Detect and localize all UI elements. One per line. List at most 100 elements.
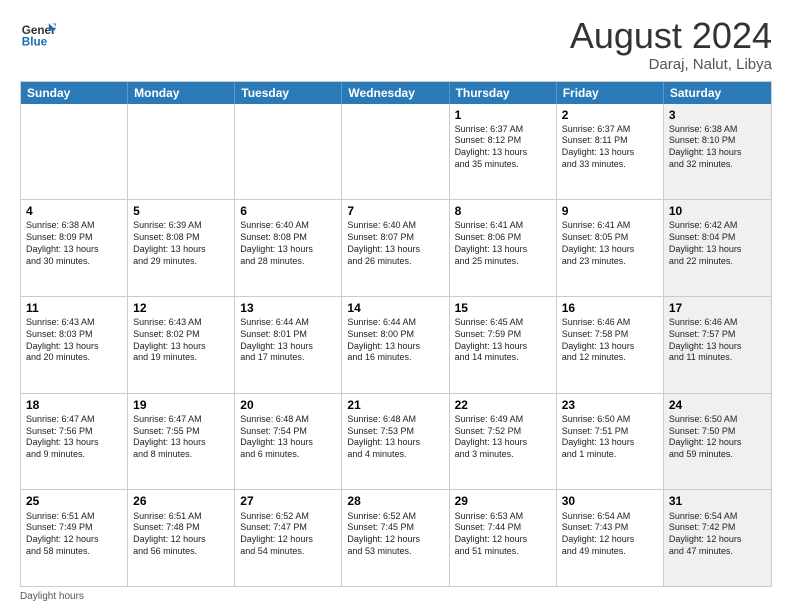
logo: General Blue — [20, 16, 56, 52]
day-info: Sunrise: 6:37 AM Sunset: 8:12 PM Dayligh… — [455, 124, 551, 171]
day-cell-4: 4Sunrise: 6:38 AM Sunset: 8:09 PM Daylig… — [21, 200, 128, 296]
day-info: Sunrise: 6:38 AM Sunset: 8:10 PM Dayligh… — [669, 124, 766, 171]
day-info: Sunrise: 6:40 AM Sunset: 8:08 PM Dayligh… — [240, 220, 336, 267]
day-cell-20: 20Sunrise: 6:48 AM Sunset: 7:54 PM Dayli… — [235, 394, 342, 490]
day-info: Sunrise: 6:47 AM Sunset: 7:55 PM Dayligh… — [133, 414, 229, 461]
header: General Blue August 2024 Daraj, Nalut, L… — [20, 16, 772, 73]
day-number: 10 — [669, 203, 766, 219]
day-info: Sunrise: 6:53 AM Sunset: 7:44 PM Dayligh… — [455, 511, 551, 558]
day-number: 27 — [240, 493, 336, 509]
calendar-week-2: 4Sunrise: 6:38 AM Sunset: 8:09 PM Daylig… — [21, 199, 771, 296]
day-cell-19: 19Sunrise: 6:47 AM Sunset: 7:55 PM Dayli… — [128, 394, 235, 490]
day-cell-23: 23Sunrise: 6:50 AM Sunset: 7:51 PM Dayli… — [557, 394, 664, 490]
empty-cell — [235, 104, 342, 200]
day-info: Sunrise: 6:50 AM Sunset: 7:50 PM Dayligh… — [669, 414, 766, 461]
title-block: August 2024 Daraj, Nalut, Libya — [570, 16, 772, 73]
calendar-week-3: 11Sunrise: 6:43 AM Sunset: 8:03 PM Dayli… — [21, 296, 771, 393]
day-cell-2: 2Sunrise: 6:37 AM Sunset: 8:11 PM Daylig… — [557, 104, 664, 200]
day-number: 25 — [26, 493, 122, 509]
day-number: 11 — [26, 300, 122, 316]
day-info: Sunrise: 6:52 AM Sunset: 7:47 PM Dayligh… — [240, 511, 336, 558]
header-day-thursday: Thursday — [450, 82, 557, 104]
day-cell-30: 30 Sunrise: 6:54 AM Sunset: 7:43 PM Dayli… — [557, 490, 664, 586]
day-number: 6 — [240, 203, 336, 219]
footer-note: Daylight hours — [20, 591, 772, 602]
day-info: Sunrise: 6:54 AM Sunset: 7:43 PM Dayligh… — [562, 511, 658, 558]
day-info: Sunrise: 6:43 AM Sunset: 8:03 PM Dayligh… — [26, 317, 122, 364]
day-info: Sunrise: 6:46 AM Sunset: 7:58 PM Dayligh… — [562, 317, 658, 364]
calendar-header: SundayMondayTuesdayWednesdayThursdayFrid… — [21, 82, 771, 104]
day-info: Sunrise: 6:45 AM Sunset: 7:59 PM Dayligh… — [455, 317, 551, 364]
day-number: 26 — [133, 493, 229, 509]
day-number: 29 — [455, 493, 551, 509]
day-cell-31: 31Sunrise: 6:54 AM Sunset: 7:42 PM Dayli… — [664, 490, 771, 586]
day-info: Sunrise: 6:48 AM Sunset: 7:53 PM Dayligh… — [347, 414, 443, 461]
empty-cell — [342, 104, 449, 200]
day-cell-29: 29 Sunrise: 6:53 AM Sunset: 7:44 PM Dayli… — [450, 490, 557, 586]
day-number: 16 — [562, 300, 658, 316]
day-info: Sunrise: 6:47 AM Sunset: 7:56 PM Dayligh… — [26, 414, 122, 461]
day-number: 15 — [455, 300, 551, 316]
day-cell-6: 6Sunrise: 6:40 AM Sunset: 8:08 PM Daylig… — [235, 200, 342, 296]
day-info: Sunrise: 6:54 AM Sunset: 7:42 PM Dayligh… — [669, 511, 766, 558]
header-day-saturday: Saturday — [664, 82, 771, 104]
day-cell-12: 12Sunrise: 6:43 AM Sunset: 8:02 PM Dayli… — [128, 297, 235, 393]
day-cell-17: 17Sunrise: 6:46 AM Sunset: 7:57 PM Dayli… — [664, 297, 771, 393]
day-cell-9: 9Sunrise: 6:41 AM Sunset: 8:05 PM Daylig… — [557, 200, 664, 296]
day-info: Sunrise: 6:44 AM Sunset: 8:00 PM Dayligh… — [347, 317, 443, 364]
day-cell-5: 5Sunrise: 6:39 AM Sunset: 8:08 PM Daylig… — [128, 200, 235, 296]
day-cell-26: 26 Sunrise: 6:51 AM Sunset: 7:48 PM Dayli… — [128, 490, 235, 586]
day-info: Sunrise: 6:51 AM Sunset: 7:48 PM Dayligh… — [133, 511, 229, 558]
day-number: 28 — [347, 493, 443, 509]
day-info: Sunrise: 6:41 AM Sunset: 8:05 PM Dayligh… — [562, 220, 658, 267]
day-number: 7 — [347, 203, 443, 219]
day-info: Sunrise: 6:41 AM Sunset: 8:06 PM Dayligh… — [455, 220, 551, 267]
day-number: 1 — [455, 107, 551, 123]
day-number: 22 — [455, 397, 551, 413]
day-info: Sunrise: 6:48 AM Sunset: 7:54 PM Dayligh… — [240, 414, 336, 461]
day-cell-1: 1Sunrise: 6:37 AM Sunset: 8:12 PM Daylig… — [450, 104, 557, 200]
day-info: Sunrise: 6:52 AM Sunset: 7:45 PM Dayligh… — [347, 511, 443, 558]
day-cell-14: 14Sunrise: 6:44 AM Sunset: 8:00 PM Dayli… — [342, 297, 449, 393]
day-info: Sunrise: 6:49 AM Sunset: 7:52 PM Dayligh… — [455, 414, 551, 461]
day-cell-16: 16Sunrise: 6:46 AM Sunset: 7:58 PM Dayli… — [557, 297, 664, 393]
day-info: Sunrise: 6:51 AM Sunset: 7:49 PM Dayligh… — [26, 511, 122, 558]
svg-text:Blue: Blue — [22, 36, 48, 49]
day-cell-22: 22Sunrise: 6:49 AM Sunset: 7:52 PM Dayli… — [450, 394, 557, 490]
day-info: Sunrise: 6:37 AM Sunset: 8:11 PM Dayligh… — [562, 124, 658, 171]
calendar-body: 1Sunrise: 6:37 AM Sunset: 8:12 PM Daylig… — [21, 104, 771, 586]
logo-icon: General Blue — [20, 16, 56, 52]
day-number: 13 — [240, 300, 336, 316]
day-info: Sunrise: 6:50 AM Sunset: 7:51 PM Dayligh… — [562, 414, 658, 461]
day-info: Sunrise: 6:46 AM Sunset: 7:57 PM Dayligh… — [669, 317, 766, 364]
location: Daraj, Nalut, Libya — [570, 56, 772, 73]
header-day-friday: Friday — [557, 82, 664, 104]
header-day-wednesday: Wednesday — [342, 82, 449, 104]
calendar: SundayMondayTuesdayWednesdayThursdayFrid… — [20, 81, 772, 587]
day-number: 24 — [669, 397, 766, 413]
header-day-tuesday: Tuesday — [235, 82, 342, 104]
day-number: 20 — [240, 397, 336, 413]
calendar-week-5: 25 Sunrise: 6:51 AM Sunset: 7:49 PM Dayli… — [21, 489, 771, 586]
day-cell-18: 18Sunrise: 6:47 AM Sunset: 7:56 PM Dayli… — [21, 394, 128, 490]
day-cell-28: 28 Sunrise: 6:52 AM Sunset: 7:45 PM Dayli… — [342, 490, 449, 586]
day-number: 17 — [669, 300, 766, 316]
day-info: Sunrise: 6:42 AM Sunset: 8:04 PM Dayligh… — [669, 220, 766, 267]
day-info: Sunrise: 6:39 AM Sunset: 8:08 PM Dayligh… — [133, 220, 229, 267]
month-title: August 2024 — [570, 16, 772, 56]
day-number: 9 — [562, 203, 658, 219]
day-cell-11: 11Sunrise: 6:43 AM Sunset: 8:03 PM Dayli… — [21, 297, 128, 393]
day-cell-13: 13Sunrise: 6:44 AM Sunset: 8:01 PM Dayli… — [235, 297, 342, 393]
day-cell-27: 27 Sunrise: 6:52 AM Sunset: 7:47 PM Dayli… — [235, 490, 342, 586]
day-cell-15: 15Sunrise: 6:45 AM Sunset: 7:59 PM Dayli… — [450, 297, 557, 393]
day-info: Sunrise: 6:43 AM Sunset: 8:02 PM Dayligh… — [133, 317, 229, 364]
day-number: 30 — [562, 493, 658, 509]
day-number: 19 — [133, 397, 229, 413]
day-info: Sunrise: 6:44 AM Sunset: 8:01 PM Dayligh… — [240, 317, 336, 364]
day-number: 8 — [455, 203, 551, 219]
daylight-label: Daylight hours — [20, 591, 84, 602]
day-cell-24: 24Sunrise: 6:50 AM Sunset: 7:50 PM Dayli… — [664, 394, 771, 490]
day-info: Sunrise: 6:40 AM Sunset: 8:07 PM Dayligh… — [347, 220, 443, 267]
header-day-monday: Monday — [128, 82, 235, 104]
empty-cell — [128, 104, 235, 200]
